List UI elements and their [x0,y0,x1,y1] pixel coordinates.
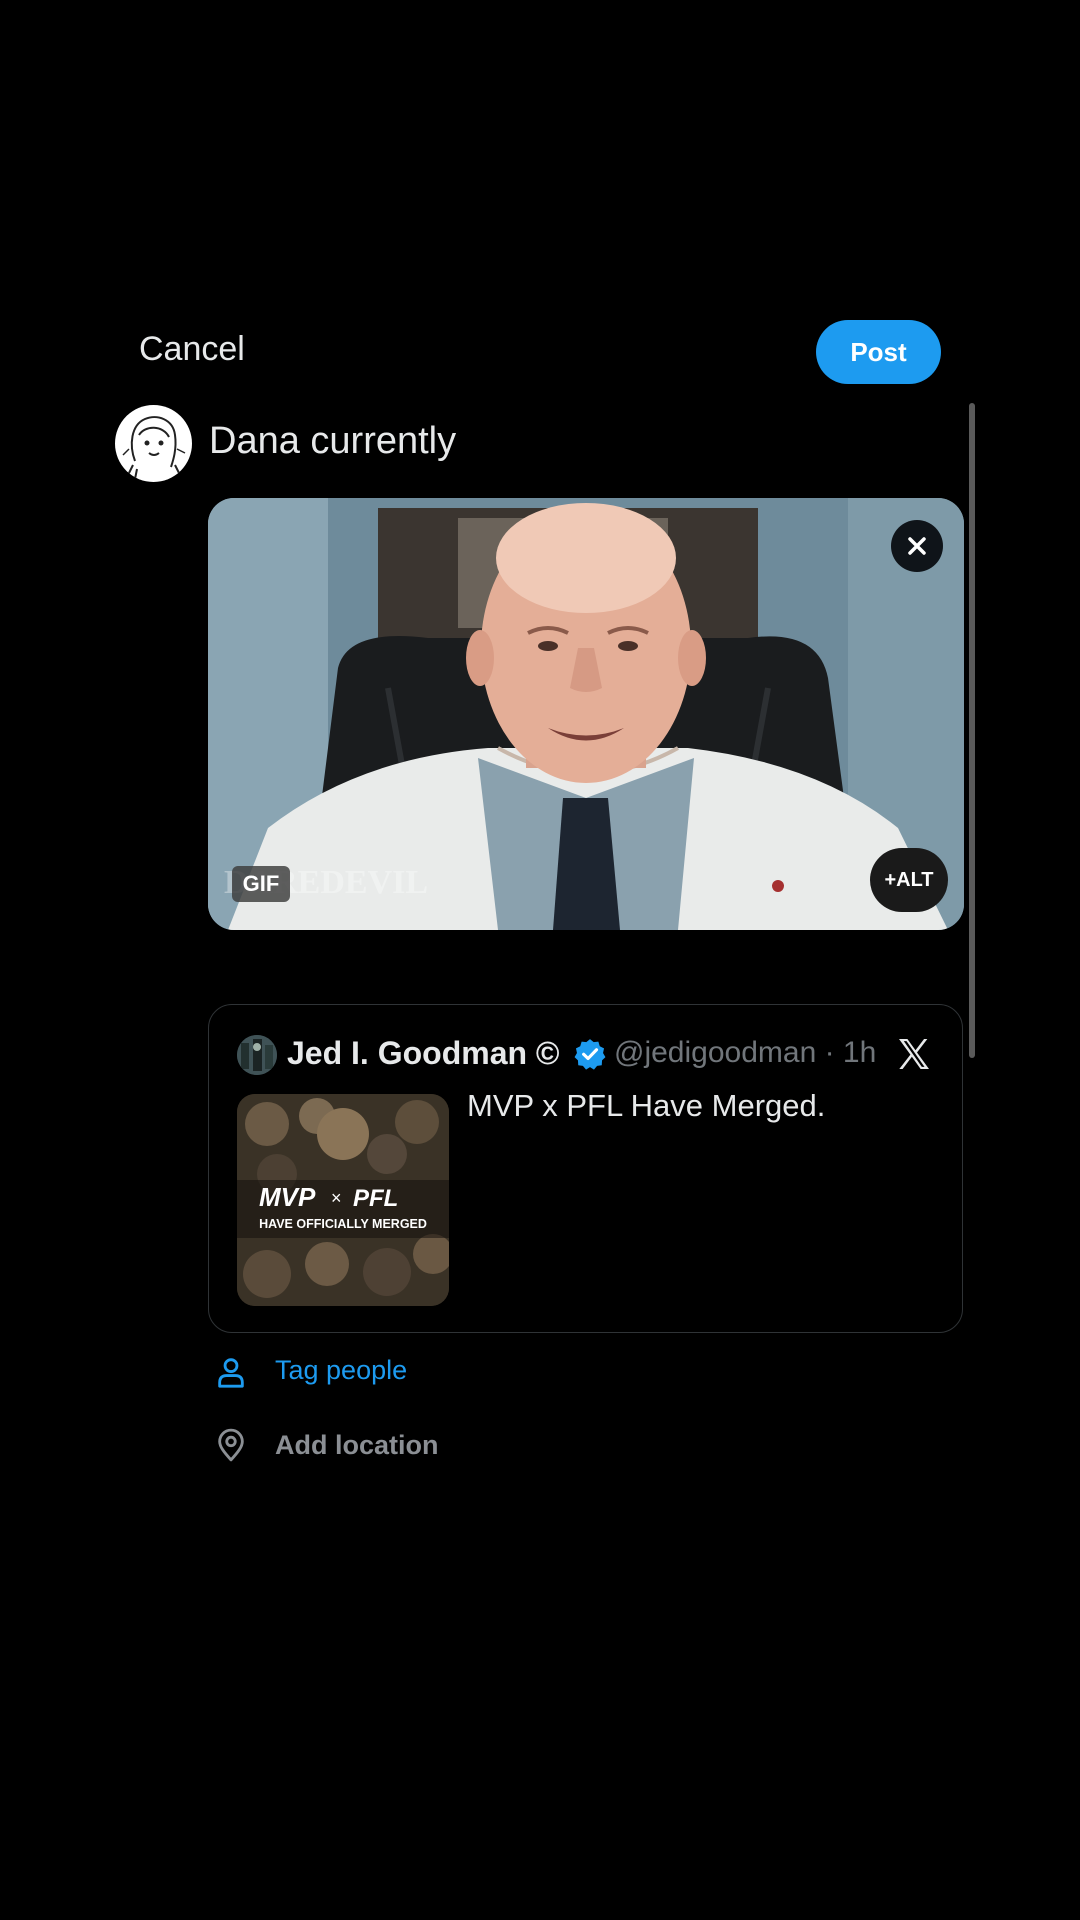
add-location-button[interactable]: Add location [275,1430,439,1461]
gif-media[interactable]: DAREDEVIL [208,498,964,930]
quoted-author-handle-time: @jedigoodman · 1h [614,1036,877,1069]
person-icon[interactable] [214,1355,248,1389]
compose-text-input[interactable]: Dana currently [209,420,456,463]
quoted-author-name: Jed I. Goodman © [287,1035,560,1071]
thumb-separator: × [331,1188,342,1208]
quoted-post-text: MVP x PFL Have Merged. [467,1088,826,1123]
close-icon [908,537,926,555]
tag-people-button[interactable]: Tag people [275,1355,407,1386]
quoted-author-avatar [237,1035,277,1075]
gif-preview-image: DAREDEVIL [208,498,964,930]
location-pin-icon[interactable] [214,1428,248,1462]
post-button[interactable]: Post [816,320,941,384]
avatar[interactable] [115,405,192,482]
scrollbar[interactable] [969,403,975,1058]
quoted-post-image: MVP × PFL HAVE OFFICIALLY MERGED [237,1094,449,1306]
thumb-brand-left: MVP [259,1182,316,1212]
thumb-brand-right: PFL [353,1185,398,1212]
alt-text-button[interactable]: +ALT [870,848,948,912]
gif-badge: GIF [232,866,290,902]
verified-badge-icon [574,1039,606,1070]
remove-media-button[interactable] [891,520,943,572]
x-logo-icon [899,1039,929,1069]
thumb-caption: HAVE OFFICIALLY MERGED [259,1217,427,1231]
cancel-button[interactable]: Cancel [139,330,245,369]
